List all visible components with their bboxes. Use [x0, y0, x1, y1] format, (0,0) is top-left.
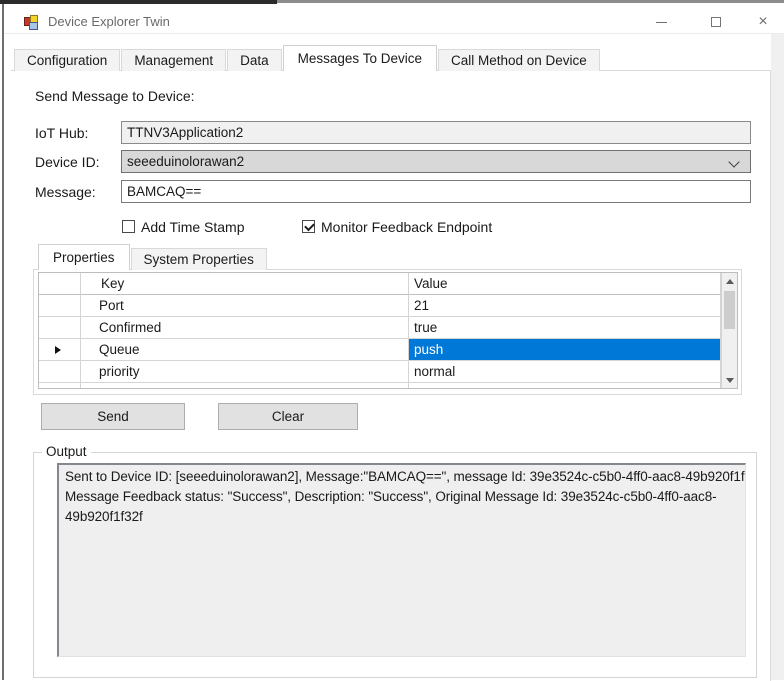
- row-header-cell-current[interactable]: [39, 339, 81, 361]
- add-time-stamp-label: Add Time Stamp: [141, 219, 245, 235]
- key-cell[interactable]: [81, 383, 409, 389]
- monitor-feedback-label: Monitor Feedback Endpoint: [321, 219, 492, 235]
- scroll-up-icon: [726, 279, 734, 284]
- background-window-edge-light: [277, 0, 784, 3]
- tab-configuration[interactable]: Configuration: [14, 49, 120, 71]
- scroll-down-button[interactable]: [722, 372, 737, 388]
- tab-management[interactable]: Management: [121, 49, 226, 71]
- row-header-cell[interactable]: [39, 383, 81, 389]
- output-line: Message Feedback status: "Success", Desc…: [65, 487, 739, 507]
- row-header-cell[interactable]: [39, 295, 81, 317]
- tab-properties[interactable]: Properties: [38, 244, 130, 270]
- table-row: Queue push: [39, 339, 721, 361]
- properties-tab-strip: Properties System Properties: [38, 244, 268, 270]
- key-cell[interactable]: Port: [81, 295, 409, 317]
- main-tab-strip: Configuration Management Data Messages T…: [14, 45, 601, 71]
- column-header-value[interactable]: Value: [409, 273, 721, 295]
- section-title: Send Message to Device:: [35, 88, 195, 104]
- title-bar: Device Explorer Twin ×: [4, 4, 784, 34]
- table-row: Confirmed true: [39, 317, 721, 339]
- value-cell[interactable]: 21: [409, 295, 721, 317]
- message-input[interactable]: BAMCAQ==: [121, 180, 751, 203]
- output-textbox[interactable]: Sent to Device ID: [seeeduinolorawan2], …: [57, 463, 746, 657]
- value-cell[interactable]: normal: [409, 361, 721, 383]
- send-button[interactable]: Send: [41, 403, 185, 430]
- grid-corner-cell: [39, 273, 81, 295]
- window-right-gutter: [771, 34, 784, 680]
- scroll-up-button[interactable]: [722, 273, 737, 289]
- iot-hub-label: IoT Hub:: [35, 125, 115, 141]
- iot-hub-input[interactable]: TTNV3Application2: [121, 121, 751, 144]
- message-label: Message:: [35, 184, 115, 200]
- table-row: priority normal: [39, 361, 721, 383]
- output-label: Output: [42, 444, 91, 459]
- device-id-value: seeeduinolorawan2: [127, 154, 244, 169]
- scrollbar-thumb[interactable]: [724, 291, 735, 329]
- minimize-button[interactable]: [644, 12, 678, 32]
- close-button[interactable]: ×: [746, 12, 780, 32]
- device-id-combobox[interactable]: seeeduinolorawan2: [121, 150, 751, 173]
- row-indicator-icon: [55, 346, 61, 354]
- window-title: Device Explorer Twin: [48, 14, 170, 29]
- close-icon: ×: [758, 14, 767, 30]
- chevron-down-icon[interactable]: [728, 156, 739, 167]
- maximize-button[interactable]: [699, 12, 733, 32]
- row-header-cell[interactable]: [39, 317, 81, 339]
- row-header-cell[interactable]: [39, 361, 81, 383]
- properties-grid: Key Value Port 21 Confirmed true Queue p…: [38, 272, 738, 389]
- maximize-icon: [711, 17, 721, 27]
- table-row-new: [39, 383, 721, 389]
- output-line: 49b920f1f32f: [65, 507, 739, 527]
- checkbox-unchecked-icon[interactable]: [122, 220, 135, 233]
- check-icon: [304, 221, 315, 232]
- value-cell-selected[interactable]: push: [409, 339, 721, 361]
- checkbox-checked-icon[interactable]: [302, 220, 315, 233]
- app-icon: [24, 15, 40, 31]
- window-left-border: [2, 4, 4, 680]
- output-line: Sent to Device ID: [seeeduinolorawan2], …: [65, 467, 739, 487]
- titlebar-divider: [4, 33, 784, 34]
- table-row: Port 21: [39, 295, 721, 317]
- tab-messages-to-device[interactable]: Messages To Device: [283, 45, 437, 71]
- key-cell[interactable]: Queue: [81, 339, 409, 361]
- add-time-stamp-checkbox[interactable]: Add Time Stamp: [122, 219, 245, 234]
- tab-call-method-on-device[interactable]: Call Method on Device: [438, 49, 600, 71]
- value-cell[interactable]: [409, 383, 721, 389]
- monitor-feedback-checkbox[interactable]: Monitor Feedback Endpoint: [302, 219, 492, 234]
- grid-header-row: Key Value: [39, 273, 721, 295]
- device-id-label: Device ID:: [35, 154, 115, 170]
- key-cell[interactable]: priority: [81, 361, 409, 383]
- grid-vertical-scrollbar[interactable]: [721, 273, 737, 388]
- tab-system-properties[interactable]: System Properties: [131, 248, 267, 270]
- minimize-icon: [656, 22, 667, 23]
- value-cell[interactable]: true: [409, 317, 721, 339]
- tab-data[interactable]: Data: [227, 49, 282, 71]
- clear-button[interactable]: Clear: [218, 403, 358, 430]
- column-header-key[interactable]: Key: [81, 273, 409, 295]
- scroll-down-icon: [726, 378, 734, 383]
- key-cell[interactable]: Confirmed: [81, 317, 409, 339]
